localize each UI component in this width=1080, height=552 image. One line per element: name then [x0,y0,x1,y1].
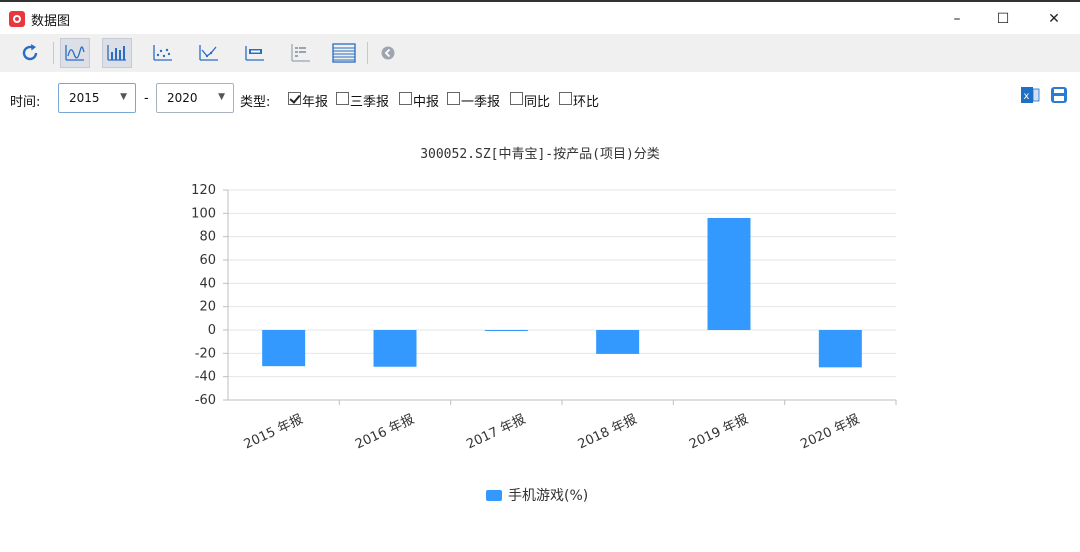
checkbox-qoq[interactable] [559,92,572,105]
y-tick-label: -40 [195,370,216,385]
y-tick-label: -60 [195,393,216,408]
x-tick-label: 2017 年报 [464,412,528,452]
svg-text:x: x [1024,91,1030,102]
checkbox-annual[interactable] [288,92,301,105]
checkbox-qoq-label[interactable]: 环比 [573,91,599,110]
checkbox-q1-label[interactable]: 一季报 [461,91,500,110]
checkbox-q3[interactable] [336,92,349,105]
chevron-down-icon: ▼ [120,92,127,102]
toolbar [0,34,1080,72]
title-bar: 数据图 – ☐ ✕ [0,2,1080,34]
chart-title: 300052.SZ[中青宝]-按产品(项目)分类 [420,147,660,162]
start-year-value: 2015 [69,91,100,105]
time-label: 时间: [10,95,41,110]
data-label-icon[interactable] [240,38,270,68]
end-year-value: 2020 [167,91,198,105]
line-chart-icon[interactable] [60,38,90,68]
filter-bar: 时间: 2015 ▼ - 2020 ▼ 类型: 年报 三季报 中报 一季报 同比… [0,80,1080,120]
y-tick-label: 80 [199,230,216,245]
bar [818,330,862,368]
checkbox-q3-label[interactable]: 三季报 [350,91,389,110]
scatter-chart-icon[interactable] [148,38,178,68]
y-tick-label: 0 [208,323,216,338]
trend-chart-icon[interactable] [194,38,224,68]
x-tick-label: 2015 年报 [242,412,306,452]
checkbox-q1[interactable] [447,92,460,105]
y-tick-label: 100 [191,206,216,221]
back-icon[interactable] [373,38,403,68]
y-tick-label: 120 [191,183,216,198]
legend-icon[interactable] [286,38,316,68]
y-tick-label: 60 [199,253,216,268]
x-tick-label: 2020 年报 [798,412,862,452]
excel-export-icon[interactable]: x [1020,86,1040,104]
chevron-down-icon: ▼ [218,92,225,102]
x-tick-label: 2019 年报 [687,412,751,452]
legend-label: 手机游戏(%) [508,488,588,504]
close-button[interactable]: ✕ [1031,6,1077,32]
bar-chart: 300052.SZ[中青宝]-按产品(项目)分类 120 100 80 60 40 20 0… [191,147,897,504]
checkbox-interim[interactable] [399,92,412,105]
save-icon[interactable] [1049,86,1069,104]
maximize-button[interactable]: ☐ [980,6,1026,32]
minimize-button[interactable]: – [934,6,980,32]
y-tick-label: 20 [199,300,216,315]
toolbar-divider [367,42,368,64]
bar-chart-icon[interactable] [102,38,132,68]
window-title: 数据图 [31,14,71,29]
year-range-separator: - [144,91,149,106]
bar [707,218,751,330]
refresh-icon[interactable] [15,38,45,68]
x-tick-label: 2016 年报 [353,412,417,452]
y-tick-label: -20 [195,346,216,361]
x-tick-label: 2018 年报 [576,412,640,452]
start-year-select[interactable]: 2015 ▼ [58,83,136,113]
bar [596,330,640,354]
y-tick-label: 40 [199,276,216,291]
toolbar-divider [53,42,54,64]
bar [262,330,306,367]
bar [484,330,528,331]
checkbox-annual-label[interactable]: 年报 [302,91,328,110]
checkbox-yoy[interactable] [510,92,523,105]
end-year-select[interactable]: 2020 ▼ [156,83,234,113]
bar [373,330,417,367]
table-icon[interactable] [329,38,359,68]
checkbox-yoy-label[interactable]: 同比 [524,91,550,110]
checkbox-interim-label[interactable]: 中报 [413,91,439,110]
legend-swatch [486,490,502,501]
type-label: 类型: [240,95,271,110]
app-logo-icon [9,11,25,27]
